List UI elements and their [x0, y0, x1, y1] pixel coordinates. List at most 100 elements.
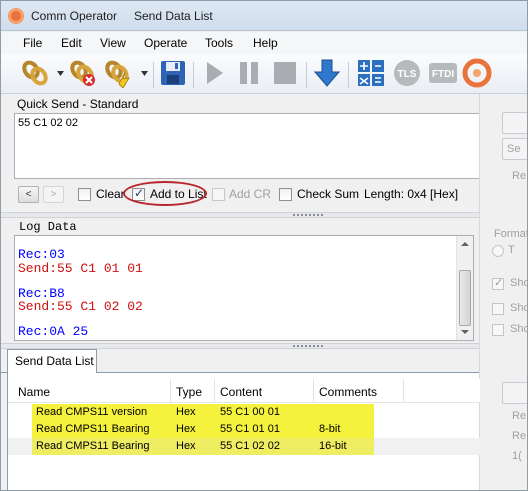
menu-help[interactable]: Help: [253, 36, 278, 50]
column-header-type[interactable]: Type: [176, 385, 202, 399]
column-divider[interactable]: [214, 379, 215, 403]
show-checkbox[interactable]: [492, 276, 504, 290]
column-divider[interactable]: [170, 379, 171, 403]
chevron-down-icon[interactable]: [141, 71, 148, 76]
pause-icon[interactable]: [233, 57, 265, 89]
toolbar: TLS FTDI: [1, 54, 527, 94]
toolbar-separator: [153, 62, 154, 88]
menu-bar: File Edit View Operate Tools Help: [1, 32, 527, 54]
ftdi-icon[interactable]: FTDI: [427, 57, 459, 89]
log-line: Rec:0A 25: [18, 324, 89, 339]
menu-tools[interactable]: Tools: [205, 36, 233, 50]
right-panel: Se Re Format T Sho Sho Sho Re Re 1(: [479, 94, 528, 490]
app-logo-icon[interactable]: [461, 57, 493, 89]
show-checkbox[interactable]: [492, 303, 504, 315]
column-header-name[interactable]: Name: [18, 385, 50, 399]
menu-view[interactable]: View: [100, 36, 126, 50]
splitter-top[interactable]: [1, 212, 479, 218]
show-label: Sho: [510, 323, 528, 335]
show-label: Sho: [510, 277, 528, 289]
show-label: Sho: [510, 302, 528, 314]
reconnect-icon[interactable]: [102, 57, 134, 89]
menu-edit[interactable]: Edit: [61, 36, 82, 50]
cell-type: Hex: [176, 406, 196, 418]
svg-text:FTDI: FTDI: [432, 69, 454, 80]
toolbar-separator: [306, 62, 307, 88]
table-row[interactable]: Read CMPS11 version Hex 55 C1 00 01: [8, 404, 480, 421]
svg-text:TLS: TLS: [398, 69, 417, 80]
scroll-thumb[interactable]: [459, 270, 471, 326]
download-icon[interactable]: [311, 57, 343, 89]
show-checkbox[interactable]: [492, 324, 504, 336]
tab-send-data-list[interactable]: Send Data List: [7, 349, 97, 373]
tls-icon[interactable]: TLS: [391, 57, 423, 89]
clear-label: Clear: [96, 187, 125, 201]
format-radio-label: T: [508, 244, 515, 256]
play-icon[interactable]: [198, 57, 230, 89]
format-label: Format: [494, 228, 528, 240]
right-panel-button[interactable]: [502, 112, 527, 134]
highlight-annotation: [123, 181, 207, 206]
cell-name: Read CMPS11 Bearing: [36, 423, 150, 435]
splitter-grip: [293, 214, 323, 216]
clear-checkbox[interactable]: [78, 188, 91, 201]
length-text: Length: 0x4 [Hex]: [364, 187, 459, 201]
right-panel-text: Re: [512, 430, 527, 442]
log-line: Send:55 C1 02 02: [18, 299, 143, 314]
next-button[interactable]: >: [43, 186, 64, 203]
right-panel-btn-text: Se: [507, 143, 521, 155]
column-header-comments[interactable]: Comments: [319, 385, 377, 399]
table-row[interactable]: Read CMPS11 Bearing Hex 55 C1 01 01 8-bi…: [8, 421, 480, 438]
title-bar: Comm Operator Send Data List: [1, 1, 527, 31]
disconnect-icon[interactable]: [67, 57, 99, 89]
prev-button[interactable]: <: [18, 186, 39, 203]
toolbar-separator: [193, 62, 194, 88]
check-sum-label: Check Sum: [297, 187, 360, 201]
add-cr-checkbox[interactable]: [212, 188, 225, 201]
cell-comments: 16-bit: [319, 440, 347, 452]
right-panel-button[interactable]: Se: [502, 138, 527, 160]
connect-icon[interactable]: [19, 57, 51, 89]
cell-content: 55 C1 00 01: [220, 406, 280, 418]
log-scrollbar[interactable]: [456, 236, 473, 340]
menu-file[interactable]: File: [23, 36, 42, 50]
scroll-up-icon[interactable]: [461, 242, 469, 246]
cell-comments: 8-bit: [319, 423, 341, 435]
table-row[interactable]: Read CMPS11 Bearing Hex 55 C1 02 02 16-b…: [8, 438, 480, 455]
menu-operate[interactable]: Operate: [144, 36, 187, 50]
scroll-down-icon[interactable]: [461, 330, 469, 334]
log-line: Rec:03: [18, 247, 65, 262]
cell-type: Hex: [176, 440, 196, 452]
quick-send-label: Quick Send - Standard: [17, 97, 139, 111]
check-sum-checkbox[interactable]: [279, 188, 292, 201]
column-divider[interactable]: [403, 379, 404, 403]
right-panel-text: Re: [512, 170, 527, 182]
right-panel-text: Re: [512, 410, 527, 422]
add-cr-label: Add CR: [229, 187, 272, 201]
log-data-box[interactable]: Rec:03 Send:55 C1 01 01 Rec:B8 Send:55 C…: [14, 235, 474, 341]
tab-strip: Send Data List: [1, 347, 479, 373]
log-data-label: Log Data: [19, 220, 77, 234]
app-title: Comm Operator: [31, 9, 118, 23]
calculator-icon[interactable]: [355, 57, 387, 89]
cell-name: Read CMPS11 Bearing: [36, 440, 150, 452]
quick-send-input[interactable]: 55 C1 02 02: [14, 113, 490, 179]
save-icon[interactable]: [157, 57, 189, 89]
column-header-content[interactable]: Content: [220, 385, 262, 399]
log-line: Send:55 C1 01 01: [18, 261, 143, 276]
send-data-list: Name Type Content Comments Read CMPS11 v…: [7, 373, 480, 490]
app-logo-icon: [8, 8, 24, 24]
cell-type: Hex: [176, 423, 196, 435]
document-title: Send Data List: [134, 9, 213, 23]
right-panel-text: 1(: [512, 450, 522, 462]
quick-send-value: 55 C1 02 02: [18, 117, 78, 129]
right-panel-button[interactable]: [502, 382, 527, 404]
cell-content: 55 C1 02 02: [220, 440, 280, 452]
stop-icon[interactable]: [269, 57, 301, 89]
list-header: Name Type Content Comments: [8, 379, 480, 403]
chevron-down-icon[interactable]: [57, 71, 64, 76]
toolbar-separator: [348, 62, 349, 88]
column-divider[interactable]: [313, 379, 314, 403]
format-radio[interactable]: [492, 245, 504, 257]
cell-content: 55 C1 01 01: [220, 423, 280, 435]
